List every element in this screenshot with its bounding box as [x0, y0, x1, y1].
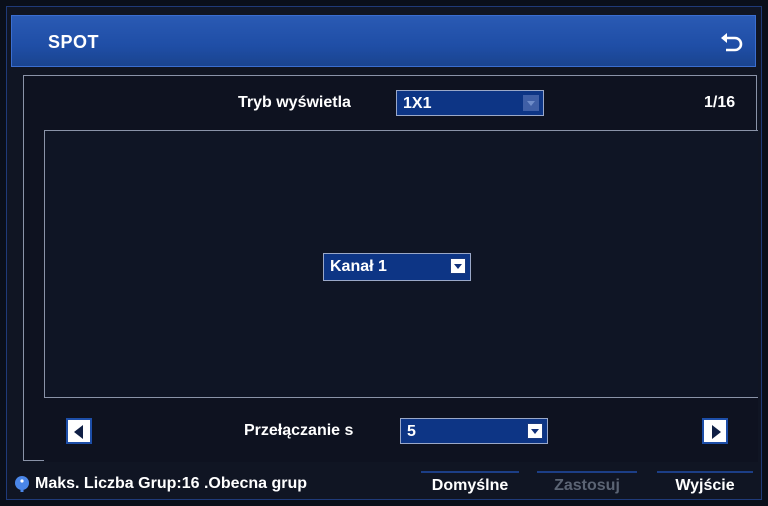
footer-bar: Maks. Liczba Grup:16 .Obecna grup Domyśl…	[7, 469, 763, 501]
back-arrow-icon[interactable]	[717, 28, 745, 56]
chevron-down-icon	[527, 423, 543, 439]
switching-interval-value: 5	[407, 423, 416, 440]
info-icon	[15, 476, 29, 492]
switching-row: Przełączanie s 5	[44, 398, 758, 462]
channel-preview-area: Kanał 1	[44, 130, 758, 398]
display-mode-dropdown[interactable]: 1X1	[396, 90, 544, 116]
title-bar: SPOT	[11, 15, 756, 67]
display-mode-label: Tryb wyświetla	[238, 94, 351, 111]
switching-label: Przełączanie s	[244, 422, 354, 439]
next-page-button[interactable]	[702, 418, 728, 444]
group-info-text: Maks. Liczba Grup:16 .Obecna grup	[35, 475, 308, 492]
default-button[interactable]: Domyślne	[421, 471, 519, 499]
channel-value: Kanał 1	[330, 258, 387, 275]
chevron-down-icon	[523, 95, 539, 111]
display-mode-value: 1X1	[403, 95, 432, 112]
channel-dropdown[interactable]: Kanał 1	[323, 253, 471, 281]
spot-dialog: SPOT Tryb wyświetla 1X1 1/16 Kanał 1 Prz…	[6, 6, 762, 500]
previous-page-button[interactable]	[66, 418, 92, 444]
content-panel: Tryb wyświetla 1X1 1/16 Kanał 1 Przełącz…	[23, 75, 758, 462]
exit-button[interactable]: Wyjście	[657, 471, 753, 499]
page-indicator: 1/16	[704, 94, 736, 111]
window-title: SPOT	[48, 32, 100, 52]
apply-button[interactable]: Zastosuj	[537, 471, 637, 499]
chevron-down-icon	[450, 258, 466, 274]
switching-interval-dropdown[interactable]: 5	[400, 418, 548, 444]
